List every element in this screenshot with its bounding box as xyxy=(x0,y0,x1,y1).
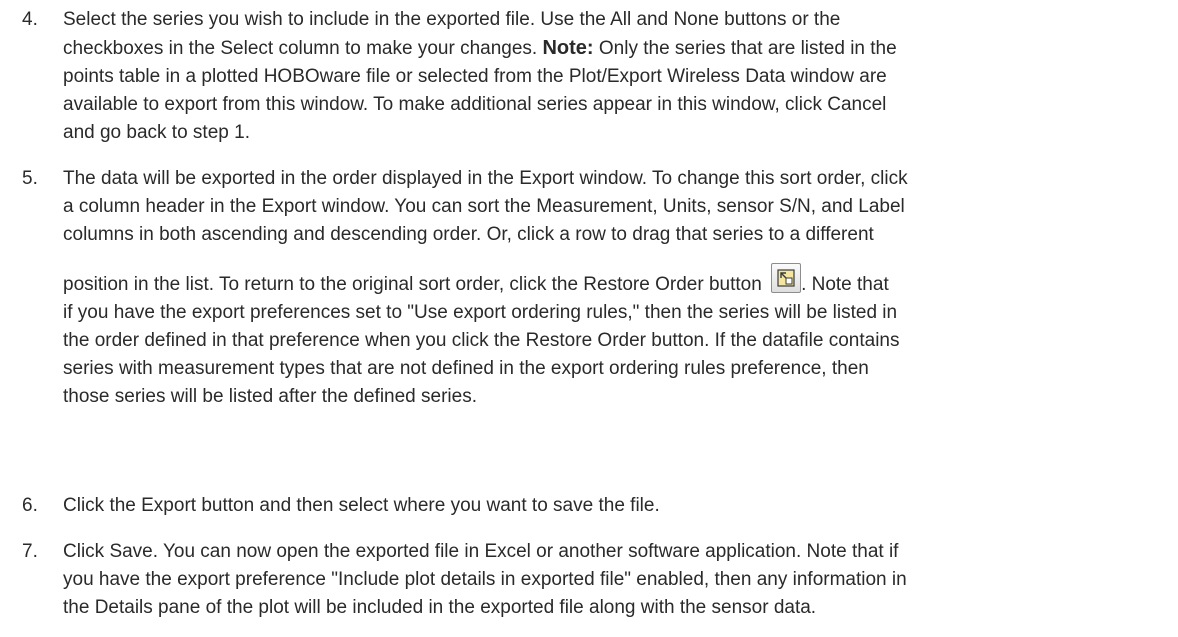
text-line: the order defined in that preference whe… xyxy=(63,330,900,351)
note-label: Note: xyxy=(542,37,594,59)
text-line: The data will be exported in the order d… xyxy=(63,168,908,189)
text-line: series with measurement types that are n… xyxy=(63,358,869,379)
text-line: points table in a plotted HOBOware file … xyxy=(63,66,887,87)
step-text: Click the Export button and then select … xyxy=(63,492,1123,520)
step-number: 7. xyxy=(22,541,38,562)
text-line: and go back to step 1. xyxy=(63,122,250,143)
restore-order-icon xyxy=(777,269,795,287)
text-line: available to export from this window. To… xyxy=(63,94,887,115)
text-segment: position in the list. To return to the o… xyxy=(63,274,768,295)
text-line: Click Save. You can now open the exporte… xyxy=(63,541,899,562)
text-line: checkboxes in the Select column to make … xyxy=(63,34,1123,63)
text-line: you have the export preference "Include … xyxy=(63,569,907,590)
text-segment: Only the series that are listed in the xyxy=(593,38,897,59)
text-line: Click the Export button and then select … xyxy=(63,495,660,516)
step-number: 5. xyxy=(22,168,38,189)
restore-order-button[interactable] xyxy=(771,263,802,293)
step-text: Click Save. You can now open the exporte… xyxy=(63,538,1123,622)
text-line: those series will be listed after the de… xyxy=(63,386,477,407)
text-line: Select the series you wish to include in… xyxy=(63,9,841,30)
step-number: 4. xyxy=(22,9,38,30)
text-segment: . Note that xyxy=(801,274,889,295)
text-line: a column header in the Export window. Yo… xyxy=(63,196,905,217)
step-text: The data will be exported in the order d… xyxy=(63,165,1123,411)
step-number: 6. xyxy=(22,495,38,516)
text-segment: checkboxes in the Select column to make … xyxy=(63,38,543,59)
text-line: position in the list. To return to the o… xyxy=(63,263,1123,299)
text-line: the Details pane of the plot will be inc… xyxy=(63,597,817,618)
text-line: columns in both ascending and descending… xyxy=(63,224,874,245)
text-line: if you have the export preferences set t… xyxy=(63,302,898,323)
step-text: Select the series you wish to include in… xyxy=(63,6,1123,147)
